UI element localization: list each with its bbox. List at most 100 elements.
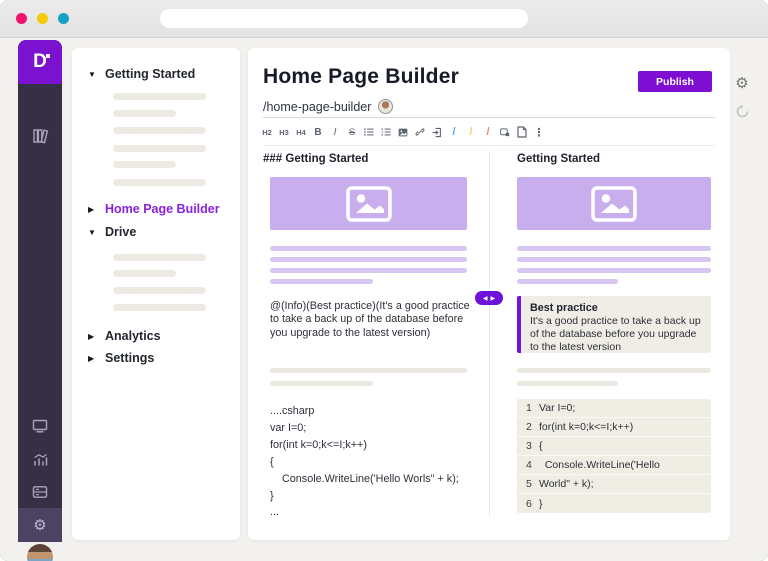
- code-line: }: [270, 490, 274, 502]
- nav-item-settings[interactable]: ▶ Settings: [88, 351, 154, 365]
- numbered-list-button[interactable]: [381, 125, 391, 139]
- line-number: 2: [517, 421, 539, 433]
- nav-sidebar: ▼ Getting Started ▶ Home Page Builder ▼ …: [72, 48, 240, 540]
- code-row: 1Var I=0;: [517, 399, 711, 418]
- strikethrough-button[interactable]: S: [347, 125, 357, 139]
- close-button[interactable]: [16, 13, 27, 24]
- skeleton-line: [517, 368, 711, 373]
- skeleton-line: [113, 145, 206, 152]
- code-text: World" + k);: [539, 478, 594, 490]
- code-line: ...: [270, 506, 279, 518]
- logo-dot: [46, 54, 50, 58]
- image-icon: [346, 186, 392, 222]
- chevron-right-icon: ▶: [88, 205, 98, 214]
- code-preview-block: 1Var I=0; 2for(int k=0;k<=I;k++) 3{ 4 Co…: [517, 399, 711, 513]
- markdown-code-source[interactable]: ....csharp var I=0; for(int k=0;k<=I;k++…: [270, 403, 459, 521]
- copy-protect-button[interactable]: [500, 125, 510, 139]
- skeleton-line: [113, 270, 176, 277]
- user-avatar[interactable]: [27, 544, 53, 561]
- markdown-heading: ### Getting Started: [263, 153, 368, 165]
- nav-item-analytics[interactable]: ▶ Analytics: [88, 329, 161, 343]
- chevron-right-icon: ▶: [88, 354, 98, 363]
- history-icon[interactable]: [733, 102, 751, 120]
- code-row: 4 Console.WriteLine('Hello: [517, 456, 711, 475]
- code-text: for(int k=0;k<=I;k++): [539, 421, 633, 433]
- skeleton-line: [113, 304, 206, 311]
- heading2-button[interactable]: H2: [262, 125, 272, 139]
- editor-panel: Home Page Builder /home-page-builder Pub…: [248, 48, 730, 540]
- skeleton-line: [113, 127, 206, 134]
- code-line: var I=0;: [270, 422, 306, 434]
- code-text: Console.WriteLine('Hello: [539, 459, 660, 471]
- page-settings-gear-icon[interactable]: ⚙: [733, 74, 751, 92]
- skeleton-line: [270, 257, 467, 262]
- pane-divider: [489, 151, 490, 516]
- insert-link-button[interactable]: [415, 125, 425, 139]
- monitor-icon[interactable]: [18, 412, 62, 440]
- code-text: }: [539, 498, 543, 510]
- skeleton-line: [270, 381, 373, 386]
- line-number: 6: [517, 498, 539, 510]
- code-row: 5World" + k);: [517, 475, 711, 494]
- embed-button[interactable]: [432, 125, 442, 139]
- skeleton-line: [270, 368, 467, 373]
- skeleton-line: [270, 268, 467, 273]
- publish-button[interactable]: Publish: [638, 71, 712, 92]
- browser-chrome: [0, 0, 768, 38]
- nav-item-getting-started[interactable]: ▼ Getting Started: [88, 67, 195, 81]
- heading3-button[interactable]: H3: [279, 125, 289, 139]
- maximize-button[interactable]: [58, 13, 69, 24]
- skeleton-line: [517, 246, 711, 251]
- skeleton-line: [517, 279, 618, 284]
- page-slug-row: /home-page-builder: [263, 99, 393, 114]
- nav-item-home-page-builder[interactable]: ▶ Home Page Builder: [88, 202, 220, 216]
- blue-slash-button[interactable]: /: [449, 125, 459, 139]
- arrow-right-icon: ▶: [491, 295, 496, 302]
- icon-rail: D ⚙: [18, 40, 62, 541]
- red-slash-button[interactable]: /: [483, 125, 493, 139]
- skeleton-line: [517, 268, 711, 273]
- document360-logo[interactable]: D: [18, 40, 62, 84]
- chevron-down-icon: ▼: [88, 70, 98, 79]
- best-practice-callout: Best practice It's a good practice to ta…: [517, 296, 711, 353]
- code-text: Var I=0;: [539, 402, 575, 414]
- arrow-left-icon: ◀: [483, 295, 488, 302]
- skeleton-line: [113, 110, 176, 117]
- heading4-button[interactable]: H4: [296, 125, 306, 139]
- italic-button[interactable]: I: [330, 125, 340, 139]
- settings-icon[interactable]: ⚙: [18, 511, 62, 539]
- line-number: 4: [517, 459, 539, 471]
- skeleton-line: [113, 161, 176, 168]
- page-slug: /home-page-builder: [263, 100, 371, 114]
- skeleton-line: [113, 93, 206, 100]
- code-text: {: [539, 440, 543, 452]
- skeleton-line: [113, 287, 206, 294]
- pane-resize-handle[interactable]: ◀ ▶: [475, 291, 503, 305]
- code-row: 6}: [517, 494, 711, 513]
- image-placeholder[interactable]: [270, 177, 467, 230]
- document-button[interactable]: [517, 125, 527, 139]
- nav-item-drive[interactable]: ▼ Drive: [88, 225, 136, 239]
- minimize-button[interactable]: [37, 13, 48, 24]
- drive-storage-icon[interactable]: [18, 478, 62, 506]
- code-line: {: [270, 456, 274, 468]
- line-number: 1: [517, 402, 539, 414]
- address-bar[interactable]: [160, 9, 528, 28]
- line-number: 3: [517, 440, 539, 452]
- skeleton-line: [270, 279, 373, 284]
- code-row: 3{: [517, 437, 711, 456]
- insert-image-button[interactable]: [398, 125, 408, 139]
- bold-button[interactable]: B: [313, 125, 323, 139]
- bullet-list-button[interactable]: [364, 125, 374, 139]
- more-options-button[interactable]: ⋮: [534, 125, 544, 139]
- chevron-right-icon: ▶: [88, 332, 98, 341]
- knowledge-base-icon[interactable]: [18, 122, 62, 150]
- toolbar-divider: [263, 145, 715, 146]
- preview-heading: Getting Started: [517, 153, 600, 165]
- markdown-callout-source[interactable]: @(Info)(Best practice)(It's a good pract…: [270, 300, 474, 340]
- contributor-avatar[interactable]: [378, 99, 393, 114]
- code-line: ....csharp: [270, 405, 314, 417]
- analytics-icon[interactable]: [18, 446, 62, 474]
- yellow-slash-button[interactable]: /: [466, 125, 476, 139]
- code-row: 2for(int k=0;k<=I;k++): [517, 418, 711, 437]
